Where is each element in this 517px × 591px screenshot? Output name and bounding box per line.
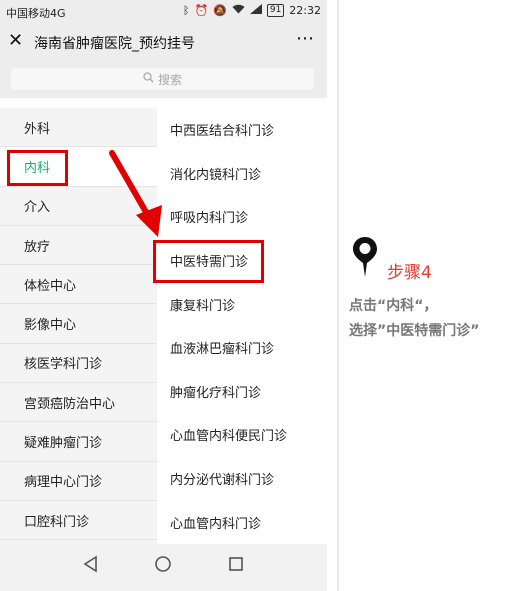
category-item[interactable]: 口腔科门诊 — [0, 501, 157, 541]
search-placeholder: 搜索 — [157, 72, 182, 87]
category-item[interactable]: 核医学科门诊 — [0, 344, 157, 384]
search-area: 搜索 — [0, 60, 327, 98]
department-item[interactable]: 心血管内科门诊 — [157, 500, 327, 544]
status-icons: ᛒ ⏰ 🔕 91 22:32 — [183, 4, 321, 17]
status-bar: 中国移动4G ᛒ ⏰ 🔕 91 22:32 — [0, 0, 327, 24]
department-item[interactable]: 血液淋巴瘤科门诊 — [157, 326, 327, 370]
page-title: 海南省肿瘤医院_预约挂号 — [34, 36, 195, 52]
android-nav-bar — [0, 544, 327, 591]
department-item[interactable]: 呼吸内科门诊 — [157, 195, 327, 239]
step-label: 步骤4 — [387, 263, 432, 283]
search-icon — [143, 72, 154, 86]
category-item[interactable]: 体检中心 — [0, 265, 157, 305]
instruction-line-2: 选择”中医特需门诊” — [349, 323, 480, 339]
screenshot-root: 中国移动4G ᛒ ⏰ 🔕 91 22:32 ✕ 海南省肿瘤医院_预约挂号 ⋯ 搜… — [0, 0, 517, 591]
signal-icon — [249, 4, 262, 17]
silent-icon: 🔕 — [213, 3, 227, 17]
close-icon[interactable]: ✕ — [8, 31, 23, 51]
department-item[interactable]: 心血管内科便民门诊 — [157, 413, 327, 457]
title-bar: ✕ 海南省肿瘤医院_预约挂号 ⋯ — [0, 24, 327, 60]
more-icon[interactable]: ⋯ — [296, 28, 315, 49]
instruction-line-1: 点击“内科“， — [349, 298, 438, 314]
alarm-icon: ⏰ — [194, 3, 209, 17]
back-icon[interactable] — [82, 555, 98, 578]
department-item[interactable]: 内分泌代谢科门诊 — [157, 457, 327, 501]
department-item[interactable]: 中医特需门诊 — [157, 239, 327, 283]
department-item[interactable]: 消化内镜科门诊 — [157, 152, 327, 196]
bluetooth-icon: ᛒ — [182, 3, 190, 17]
category-item[interactable]: 外科 — [0, 108, 157, 148]
carrier-label: 中国移动4G — [6, 7, 66, 20]
department-list: 中西医结合科门诊 消化内镜科门诊 呼吸内科门诊 中医特需门诊 康复科门诊 血液淋巴瘤科门诊… — [157, 108, 327, 544]
divider-line — [337, 0, 339, 591]
wifi-icon — [232, 4, 245, 17]
battery-icon: 91 — [266, 4, 285, 17]
home-icon[interactable] — [154, 555, 172, 578]
instruction-text: 点击“内科“， 选择”中医特需门诊” — [349, 294, 479, 344]
department-item[interactable]: 中西医结合科门诊 — [157, 108, 327, 152]
category-item[interactable]: 宫颈癌防治中心 — [0, 383, 157, 423]
department-item[interactable]: 康复科门诊 — [157, 282, 327, 326]
category-item[interactable]: 影像中心 — [0, 304, 157, 344]
department-item[interactable]: 肿瘤化疗科门诊 — [157, 370, 327, 414]
red-arrow-icon — [109, 150, 162, 237]
search-input[interactable]: 搜索 — [11, 68, 314, 90]
category-item[interactable]: 疑难肿瘤门诊 — [0, 422, 157, 462]
phone-screen: 中国移动4G ᛒ ⏰ 🔕 91 22:32 ✕ 海南省肿瘤医院_预约挂号 ⋯ 搜… — [0, 0, 327, 591]
clock: 22:32 — [289, 4, 321, 17]
recents-icon[interactable] — [228, 555, 244, 578]
category-item[interactable]: 病理中心门诊 — [0, 462, 157, 501]
location-pin-icon — [353, 237, 377, 277]
